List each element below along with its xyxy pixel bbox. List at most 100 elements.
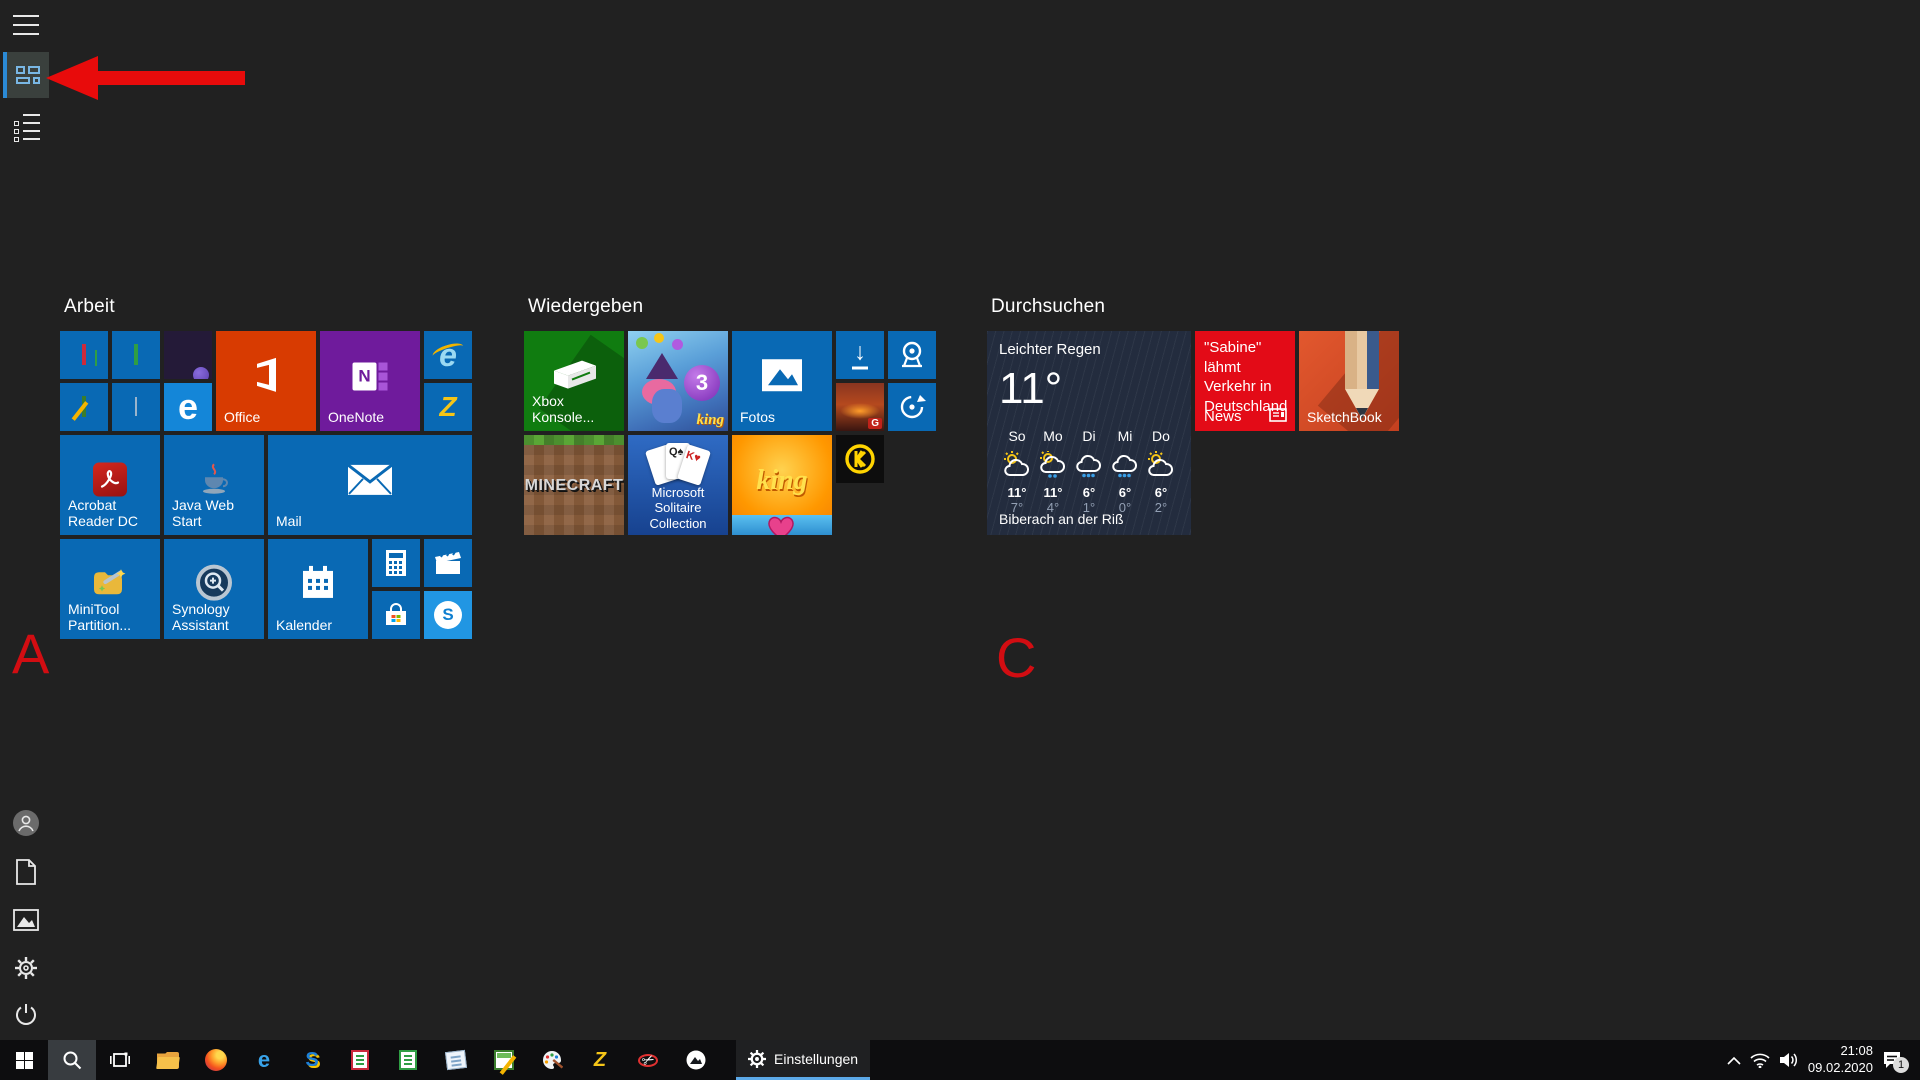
annotation-letter-c: C [996, 630, 1036, 686]
tile-internet-explorer[interactable]: e [424, 331, 472, 379]
bubble-3-badge: 3 [684, 365, 720, 401]
photos-icon [760, 357, 804, 393]
tile-camera-app[interactable] [888, 331, 936, 379]
tile-download-app[interactable]: ↓ [836, 331, 884, 379]
wifi-icon[interactable] [1750, 1053, 1770, 1068]
edge-button[interactable]: e [240, 1040, 288, 1080]
snipping-tool-button[interactable]: ✂ [624, 1040, 672, 1080]
tile-k-logo-app[interactable] [836, 435, 884, 483]
tile-fotos[interactable]: Fotos [732, 331, 832, 431]
search-button[interactable] [48, 1040, 96, 1080]
tile-spreadsheet-app-2[interactable] [112, 331, 160, 379]
tray-chevron-up-icon[interactable] [1727, 1056, 1741, 1065]
spreadsheet-red-icon [351, 1050, 369, 1070]
fotos-button[interactable] [672, 1040, 720, 1080]
group-title-arbeit[interactable]: Arbeit [64, 296, 115, 318]
tile-notepad[interactable] [112, 383, 160, 431]
start-menu-hamburger-button[interactable] [13, 15, 39, 35]
tile-spreadsheet-app-1[interactable] [60, 331, 108, 379]
tile-label: MiniTool Partition... [68, 601, 155, 634]
tile-firefox[interactable] [164, 331, 212, 379]
windows-logo-icon [16, 1052, 33, 1069]
spreadsheet-app-2-button[interactable] [384, 1040, 432, 1080]
tile-skype[interactable]: S [424, 591, 472, 639]
group-title-durchsuchen[interactable]: Durchsuchen [991, 296, 1105, 318]
paint-button[interactable] [528, 1040, 576, 1080]
tile-xbox-konsole[interactable]: Xbox Konsole... [524, 331, 624, 431]
synology-icon [194, 563, 234, 603]
calendar-icon [299, 564, 337, 602]
partly-sunny-icon [1144, 451, 1178, 478]
tile-onenote[interactable]: N OneNote [320, 331, 420, 431]
volume-icon[interactable] [1779, 1052, 1799, 1068]
tile-group-durchsuchen: Leichter Regen 11° So 11° 7° Mo 11° 4° D… [987, 331, 1399, 535]
annotation-arrow [40, 50, 255, 106]
z-app-button[interactable]: Z [576, 1040, 624, 1080]
pictures-button[interactable] [12, 906, 40, 934]
group-title-wiedergeben[interactable]: Wiedergeben [528, 296, 643, 318]
tile-minitool-partition[interactable]: MiniTool Partition... [60, 539, 160, 639]
editor-app-button[interactable] [480, 1040, 528, 1080]
partly-sunny-icon [1000, 451, 1034, 478]
rain-icon [1108, 451, 1142, 478]
user-account-button[interactable] [12, 809, 40, 837]
spreadsheet-green-icon [134, 346, 138, 364]
tile-label: Xbox Konsole... [532, 393, 619, 426]
tile-synology-assistant[interactable]: Synology Assistant [164, 539, 264, 639]
newspaper-icon [1269, 408, 1287, 422]
tile-group-arbeit: Office N OneNote e e Z Acrobat Reader DC… [60, 331, 472, 639]
s-app-icon: S [305, 1049, 318, 1072]
tile-solitaire-collection[interactable]: K♥ Q♠ Microsoft Solitaire Collection [628, 435, 728, 535]
tile-bubble-witch-3[interactable]: 3 king [628, 331, 728, 431]
action-center-button[interactable]: 1 [1882, 1051, 1902, 1069]
tile-minecraft[interactable]: MINECRAFT [524, 435, 624, 535]
tile-king-game[interactable]: king [732, 435, 832, 535]
minitool-icon [90, 565, 130, 601]
tile-z-app[interactable]: Z [424, 383, 472, 431]
tile-weather[interactable]: Leichter Regen 11° So 11° 7° Mo 11° 4° D… [987, 331, 1191, 535]
tile-media-disc-app[interactable] [888, 383, 936, 431]
tile-store[interactable] [372, 591, 420, 639]
tile-label: Office [224, 409, 311, 426]
witch-hat [646, 353, 678, 379]
disc-sync-icon [896, 391, 928, 423]
tile-filme-tv[interactable] [424, 539, 472, 587]
task-view-button[interactable] [96, 1040, 144, 1080]
tile-project-editor[interactable] [60, 383, 108, 431]
user-avatar [13, 810, 39, 836]
tile-acrobat-reader[interactable]: Acrobat Reader DC [60, 435, 160, 535]
editor-icon [494, 1050, 514, 1070]
tile-kalender[interactable]: Kalender [268, 539, 368, 639]
taskbar-clock[interactable]: 21:08 09.02.2020 [1808, 1043, 1873, 1077]
start-button[interactable] [0, 1040, 48, 1080]
power-button[interactable] [12, 1001, 40, 1029]
all-apps-button[interactable] [14, 112, 40, 138]
k-circle-logo-icon [843, 442, 877, 476]
edge-icon: e [258, 1049, 270, 1071]
s-app-button[interactable]: S [288, 1040, 336, 1080]
acrobat-icon [93, 463, 127, 497]
tile-java-web-start[interactable]: Java Web Start [164, 435, 264, 535]
xbox-console-icon [546, 355, 602, 395]
tile-mail[interactable]: Mail [268, 435, 472, 535]
tile-label: News [1204, 408, 1242, 425]
clapperboard-icon [434, 551, 462, 575]
firefox-button[interactable] [192, 1040, 240, 1080]
forecast-day: Mi 6° 0° [1107, 428, 1143, 515]
weather-content: Leichter Regen 11° So 11° 7° Mo 11° 4° D… [987, 331, 1191, 535]
tile-sketchbook[interactable]: SketchBook [1299, 331, 1399, 431]
spreadsheet-app-1-button[interactable] [336, 1040, 384, 1080]
tile-rechner[interactable] [372, 539, 420, 587]
tile-edge[interactable]: e [164, 383, 212, 431]
documents-button[interactable] [12, 858, 40, 886]
tile-label: Acrobat Reader DC [68, 497, 155, 530]
gameloft-logo: G [868, 418, 882, 429]
file-explorer-button[interactable] [144, 1040, 192, 1080]
spreadsheet-red-icon [82, 346, 86, 364]
settings-button[interactable] [12, 954, 40, 982]
tile-office[interactable]: Office [216, 331, 316, 431]
notepad-button[interactable] [432, 1040, 480, 1080]
settings-taskbar-button[interactable]: Einstellungen [736, 1040, 870, 1080]
tile-news[interactable]: "Sabine" lähmt Verkehr in Deutschland Ne… [1195, 331, 1295, 431]
tile-strategy-game[interactable]: G [836, 383, 884, 431]
